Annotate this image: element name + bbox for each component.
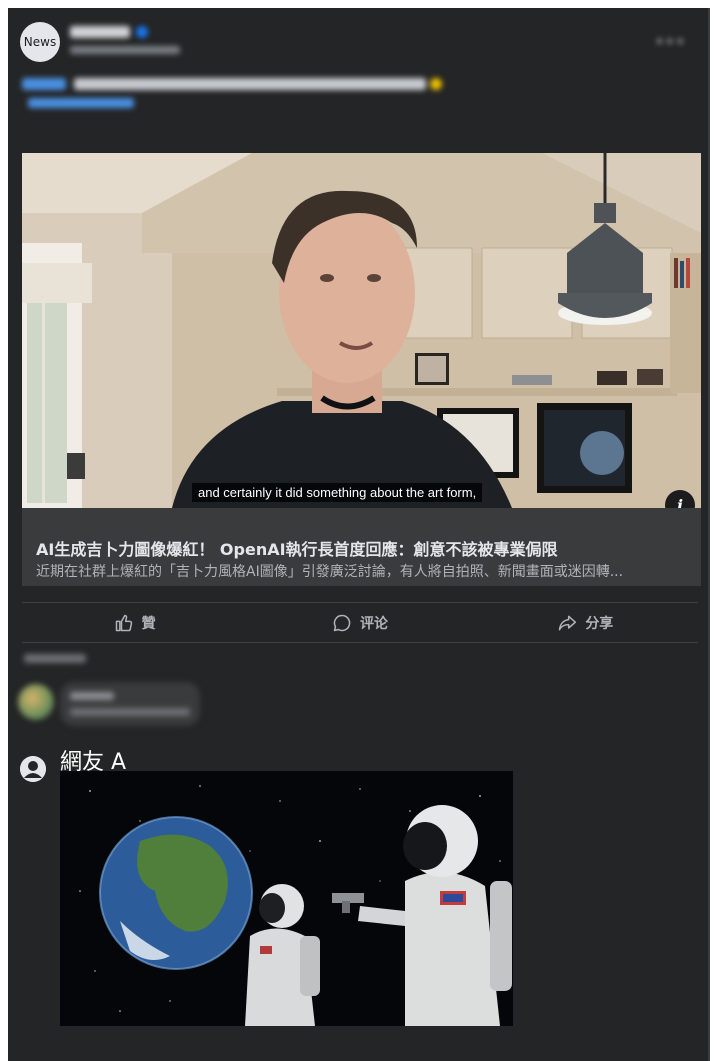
comment-meme-image[interactable] xyxy=(60,771,513,1026)
user-silhouette-icon xyxy=(20,756,46,782)
like-label: 贊 xyxy=(141,616,156,632)
user-avatar-icon[interactable] xyxy=(20,756,46,782)
comment-label: 评论 xyxy=(359,616,388,632)
comment-sort-blurred[interactable] xyxy=(24,654,86,663)
comment-bubble-blurred xyxy=(60,682,200,726)
post-link-blurred[interactable] xyxy=(28,98,134,108)
video-thumbnail[interactable]: and certainly it did something about the… xyxy=(22,153,701,508)
post-border xyxy=(708,8,710,1061)
more-horizontal-icon[interactable]: ••• xyxy=(655,32,686,51)
post-timestamp-blurred[interactable] xyxy=(70,46,180,54)
link-description: 近期在社群上爆紅的「吉卜力風格AI圖像」引發廣泛討論，有人將自拍照、新聞畫面或迷… xyxy=(36,564,624,580)
action-bar: 贊 评论 分享 xyxy=(22,606,698,640)
post-text-blurred xyxy=(22,78,442,90)
info-icon-glyph: i xyxy=(676,495,684,509)
page-avatar-text: News xyxy=(23,35,57,49)
comment-button[interactable]: 评论 xyxy=(247,606,472,640)
share-icon xyxy=(559,615,577,631)
share-button[interactable]: 分享 xyxy=(473,606,698,640)
action-divider-top xyxy=(22,602,698,603)
page-name-blurred[interactable] xyxy=(70,26,130,38)
action-divider-bottom xyxy=(22,642,698,643)
commenter-avatar-blurred[interactable] xyxy=(18,684,54,720)
link-title[interactable]: AI生成吉卜力圖像爆紅！ OpenAI執行長首度回應：創意不該被專業侷限 xyxy=(36,536,691,560)
comment-icon xyxy=(333,614,351,632)
page-avatar[interactable]: News xyxy=(20,22,60,62)
facebook-post: News ••• and certainly it did something … xyxy=(8,8,710,1061)
thumbs-up-icon xyxy=(115,614,132,632)
like-button[interactable]: 贊 xyxy=(22,606,247,640)
astronaut-meme-image xyxy=(60,771,513,1026)
video-frame-image xyxy=(22,153,701,508)
link-preview-card[interactable]: and certainly it did something about the… xyxy=(22,153,701,586)
share-label: 分享 xyxy=(585,616,614,632)
verified-badge-icon xyxy=(136,26,148,38)
video-caption: and certainly it did something about the… xyxy=(192,483,483,502)
